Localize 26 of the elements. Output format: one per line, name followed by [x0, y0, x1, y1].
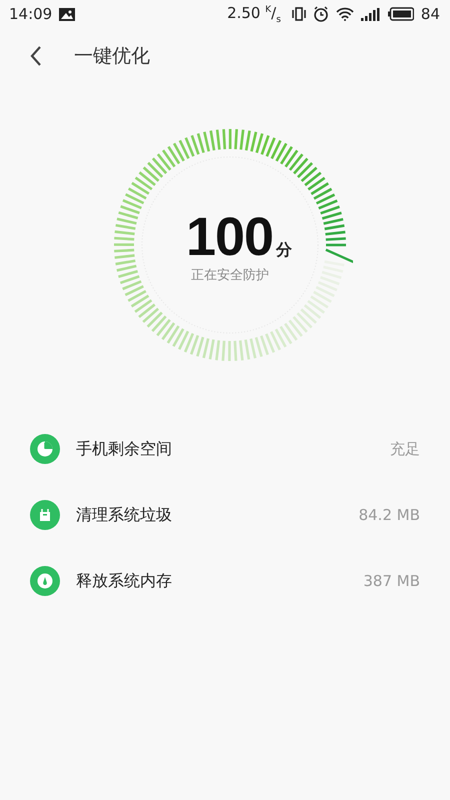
signal-icon	[360, 8, 381, 20]
status-caption: 正在安全防护	[191, 267, 269, 284]
item-value: 84.2 MB	[358, 506, 420, 524]
score-value: 100	[186, 210, 274, 264]
pie-chart-icon	[30, 434, 60, 464]
score-unit: 分	[276, 240, 292, 261]
battery-level: 84	[420, 5, 440, 23]
network-speed: 2.50 $^{K}$/$_{s}$	[227, 4, 281, 24]
item-label: 释放系统内存	[76, 570, 173, 592]
alarm-icon	[312, 6, 329, 22]
wifi-icon	[336, 7, 354, 21]
item-value: 充足	[390, 440, 420, 458]
item-label: 清理系统垃圾	[76, 504, 173, 526]
bin-icon	[30, 500, 60, 530]
gauge-icon	[30, 566, 60, 596]
page-title: 一键优化	[74, 44, 150, 69]
item-value: 387 MB	[363, 572, 420, 590]
battery-icon	[388, 7, 414, 21]
optimize-item[interactable]: 释放系统内存 387 MB	[0, 548, 450, 614]
clock-time: 14:09	[9, 5, 52, 23]
back-icon	[30, 46, 42, 66]
image-notification-icon	[59, 8, 76, 20]
optimize-item[interactable]: 清理系统垃圾 84.2 MB	[0, 482, 450, 548]
vibrate-icon	[292, 7, 306, 21]
item-label: 手机剩余空间	[76, 438, 173, 460]
optimize-item[interactable]: 手机剩余空间 充足	[0, 416, 450, 482]
